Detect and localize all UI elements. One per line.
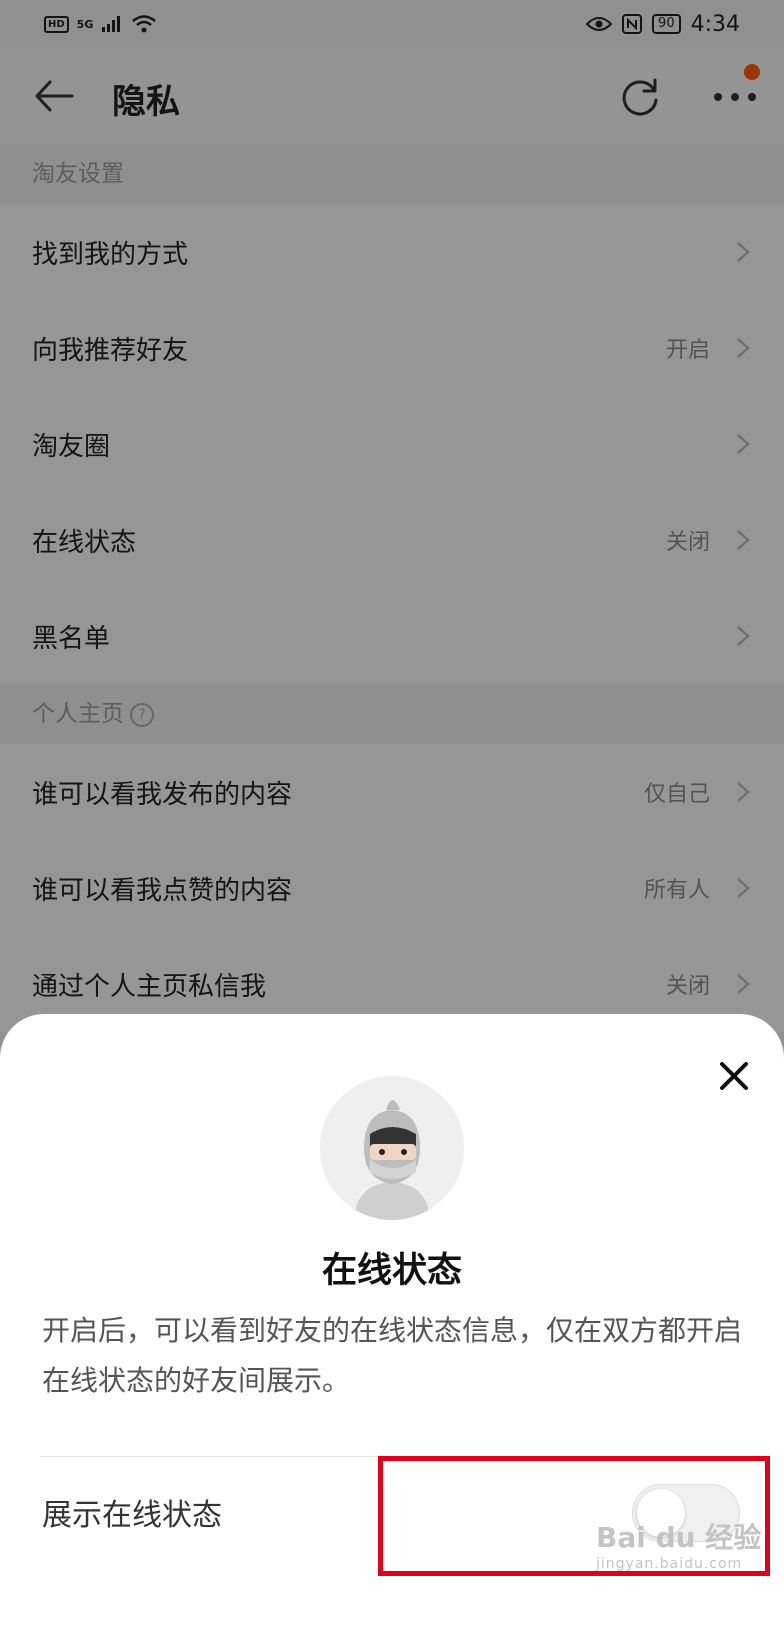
watermark: Bai du 经验 jingyan.baidu.com — [596, 1516, 776, 1572]
close-icon[interactable] — [712, 1054, 756, 1098]
sheet-description: 开启后，可以看到好友的在线状态信息，仅在双方都开启在线状态的好友间展示。 — [42, 1314, 743, 1397]
watermark-sub: jingyan.baidu.com — [596, 1556, 743, 1572]
watermark-text: Bai du 经验 — [596, 1521, 762, 1554]
toggle-label: 展示在线状态 — [42, 1498, 222, 1533]
ninja-mascot-icon — [320, 1076, 464, 1220]
sheet-title: 在线状态 — [321, 1251, 462, 1291]
mascot-avatar — [320, 1076, 464, 1220]
